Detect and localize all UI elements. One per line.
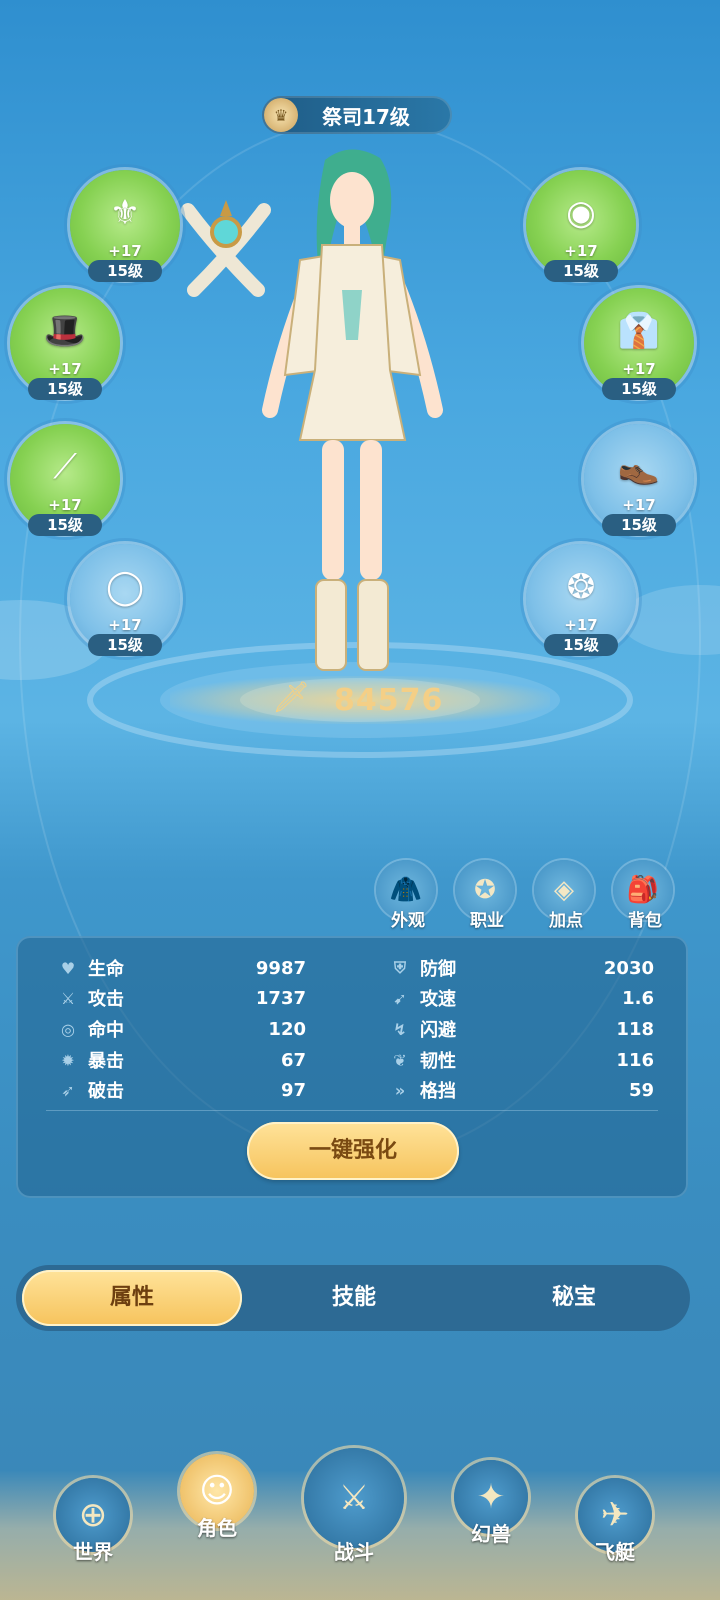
enhance-plus: +17 (564, 616, 598, 634)
priest-emblem-icon: ♛ (264, 98, 298, 132)
tab-skills[interactable]: 技能 (244, 1270, 464, 1326)
stat-dodge: ↯ 闪避 118 (390, 1016, 654, 1042)
nav-beast[interactable]: ✦ 幻兽 (446, 1460, 536, 1550)
equip-slot-shoes[interactable]: 👞 +17 15级 (584, 424, 694, 536)
equip-slot-weapon[interactable]: ⚜ +17 15级 (70, 170, 180, 282)
stat-defense: ⛨ 防御 2030 (390, 955, 654, 981)
stat-block: » 格挡 59 (390, 1077, 654, 1103)
equip-level: 15级 (602, 514, 676, 536)
nav-battle[interactable]: ⚔ 战斗 (304, 1448, 404, 1568)
speed-icon: ➹ (393, 988, 407, 1008)
menu-label: 外观 (391, 911, 425, 931)
hat-icon: 🎩 (43, 311, 87, 351)
enhance-plus: +17 (48, 496, 82, 514)
equip-level: 15级 (602, 378, 676, 400)
equip-slot-ring[interactable]: ◯ +17 15级 (70, 544, 180, 656)
pierce-icon: ➶ (61, 1080, 75, 1100)
stat-attack: ⚔ 攻击 1737 (58, 985, 306, 1011)
tab-attributes[interactable]: 属性 (22, 1270, 242, 1326)
orb-icon: ◉ (566, 193, 596, 233)
equip-level: 15级 (544, 634, 618, 656)
stat-pierce: ➶ 破击 97 (58, 1077, 306, 1103)
nav-character[interactable]: ☺ 角色 (172, 1454, 262, 1544)
equip-level: 15级 (88, 634, 162, 656)
equip-level: 15级 (88, 260, 162, 282)
stat-attack-speed: ➹ 攻速 1.6 (390, 985, 654, 1011)
target-icon: ◎ (61, 1019, 75, 1039)
shield-icon: ⛨ (393, 958, 406, 977)
jacket-icon: 👔 (617, 311, 661, 351)
equip-level: 15级 (544, 260, 618, 282)
crossbow-icon: ⚜ (109, 193, 141, 233)
stats-divider (46, 1110, 658, 1111)
equip-slot-bracer[interactable]: ⟋ +17 15级 (10, 424, 120, 536)
menu-label: 加点 (549, 911, 583, 931)
stat-crit: ✹ 暴击 67 (58, 1047, 306, 1073)
stat-toughness: ❦ 韧性 116 (390, 1047, 654, 1073)
rank-badge: ♛ 祭司17级 (262, 96, 452, 134)
menu-class-button[interactable]: ✪ 职业 (455, 860, 519, 931)
toughness-icon: ❦ (393, 1050, 407, 1070)
ring-icon: ◯ (105, 567, 145, 607)
stat-accuracy: ◎ 命中 120 (58, 1016, 306, 1042)
menu-points-button[interactable]: ◈ 加点 (534, 860, 598, 931)
crit-icon: ✹ (61, 1050, 75, 1070)
one-click-enhance-button[interactable]: 一键强化 (247, 1122, 459, 1180)
equip-level: 15级 (28, 378, 102, 400)
rank-title: 祭司17级 (322, 104, 410, 129)
necklace-icon: ❂ (566, 567, 596, 607)
nav-world[interactable]: ⊕ 世界 (48, 1478, 138, 1568)
menu-bag-button[interactable]: 🎒 背包 (613, 860, 677, 931)
equip-slot-necklace[interactable]: ❂ +17 15级 (526, 544, 636, 656)
menu-outfit-button[interactable]: 🧥 外观 (376, 860, 440, 931)
combat-power-value: 84576 (334, 683, 444, 718)
equip-slot-orb[interactable]: ◉ +17 15级 (526, 170, 636, 282)
equip-level: 15级 (28, 514, 102, 536)
enhance-plus: +17 (622, 496, 656, 514)
tab-treasures[interactable]: 秘宝 (464, 1270, 684, 1326)
weapon-emblem (181, 200, 271, 297)
block-icon: » (394, 1080, 406, 1100)
battle-sword-icon: ⚔ (304, 1448, 404, 1548)
shoes-icon: 👞 (617, 447, 661, 487)
dodge-icon: ↯ (393, 1019, 407, 1039)
equip-slot-jacket[interactable]: 👔 +17 15级 (584, 288, 694, 400)
enhance-plus: +17 (622, 360, 656, 378)
equip-slot-hat[interactable]: 🎩 +17 15级 (10, 288, 120, 400)
power-sword-icon: 🗡 (272, 680, 311, 715)
enhance-plus: +17 (108, 616, 142, 634)
menu-label: 职业 (470, 911, 504, 931)
enhance-plus: +17 (48, 360, 82, 378)
heart-icon: ♥ (60, 958, 76, 978)
stat-hp: ♥ 生命 9987 (58, 955, 306, 981)
menu-label: 背包 (628, 911, 662, 931)
enhance-plus: +17 (108, 242, 142, 260)
bracer-icon: ⟋ (53, 447, 77, 487)
nav-airship[interactable]: ✈ 飞艇 (570, 1478, 660, 1568)
swords-icon: ⚔ (60, 988, 76, 1008)
enhance-plus: +17 (564, 242, 598, 260)
